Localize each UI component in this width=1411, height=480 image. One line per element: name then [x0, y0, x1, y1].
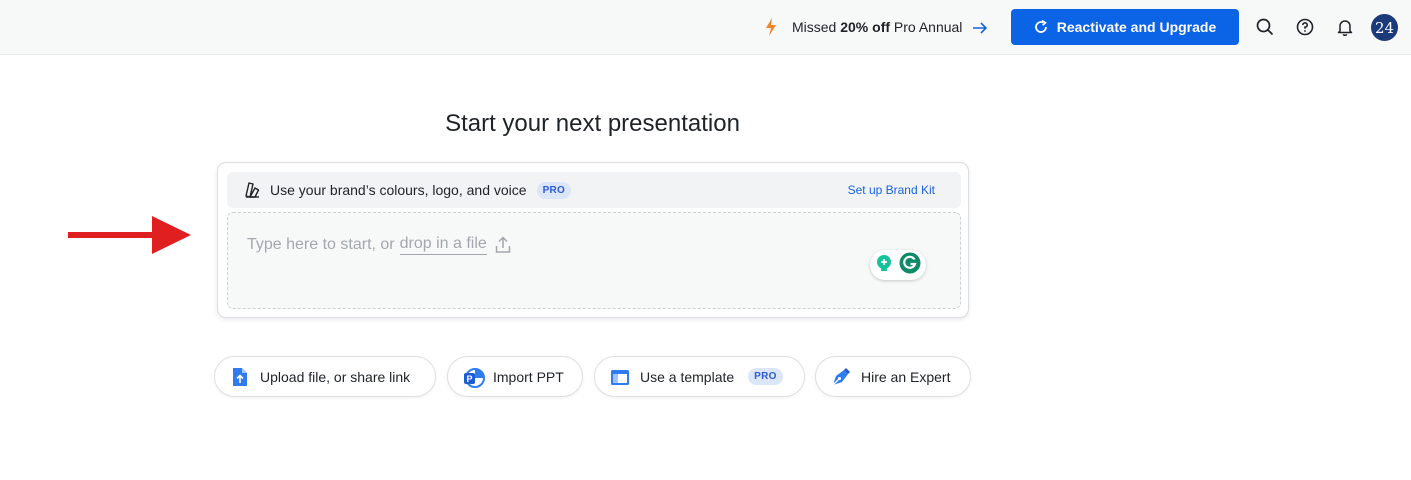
upload-file-label: Upload file, or share link	[260, 368, 411, 385]
placeholder-text: Type here to start, or	[247, 236, 395, 253]
input-placeholder: Type here to start, or drop in a file	[247, 235, 511, 255]
brand-kit-label: Use your brand’s colours, logo, and voic…	[270, 182, 527, 198]
template-icon	[610, 367, 630, 387]
reactivate-upgrade-button[interactable]: Reactivate and Upgrade	[1011, 9, 1239, 45]
bolt-icon	[764, 18, 778, 36]
powerpoint-icon: P	[463, 367, 485, 388]
lightbulb-icon	[875, 254, 893, 277]
upload-icon[interactable]	[495, 236, 511, 254]
import-ppt-label: Import PPT	[493, 368, 564, 385]
brand-palette-icon	[244, 182, 261, 198]
grammarly-icon	[899, 252, 921, 279]
pro-badge: PRO	[748, 368, 783, 385]
use-template-label: Use a template	[640, 368, 735, 385]
refresh-icon	[1034, 19, 1048, 34]
bell-icon[interactable]	[1335, 17, 1355, 37]
pen-nib-icon	[831, 367, 851, 387]
promo-text: Missed 20% off Pro Annual	[792, 19, 963, 35]
prompt-card: Use your brand’s colours, logo, and voic…	[217, 162, 969, 318]
arrow-right-icon[interactable]	[972, 21, 988, 34]
svg-text:P: P	[466, 374, 472, 384]
pro-badge: PRO	[536, 181, 572, 199]
upload-file-button[interactable]: Upload file, or share link	[214, 356, 436, 397]
cta-label: Reactivate and Upgrade	[1056, 19, 1217, 35]
hire-expert-button[interactable]: Hire an Expert	[815, 356, 971, 397]
import-ppt-button[interactable]: P Import PPT	[447, 356, 583, 397]
promo-banner[interactable]: Missed 20% off Pro Annual	[764, 17, 988, 37]
page-title: Start your next presentation	[445, 110, 740, 137]
drop-file-link[interactable]: drop in a file	[399, 235, 487, 255]
hire-expert-label: Hire an Expert	[861, 368, 951, 385]
help-icon[interactable]	[1295, 17, 1315, 37]
setup-brand-kit-link[interactable]: Set up Brand Kit	[848, 183, 935, 197]
brand-kit-row[interactable]: Use your brand’s colours, logo, and voic…	[227, 172, 961, 208]
prompt-input[interactable]: Type here to start, or drop in a file	[227, 212, 961, 309]
grammarly-widget[interactable]	[870, 250, 926, 280]
top-bar: Missed 20% off Pro Annual Reactivate and…	[0, 0, 1411, 55]
avatar[interactable]: 24	[1371, 14, 1398, 41]
search-icon[interactable]	[1255, 17, 1275, 37]
use-template-button[interactable]: Use a template PRO	[594, 356, 805, 397]
red-arrow-annotation	[68, 216, 191, 254]
upload-file-icon	[230, 367, 250, 387]
